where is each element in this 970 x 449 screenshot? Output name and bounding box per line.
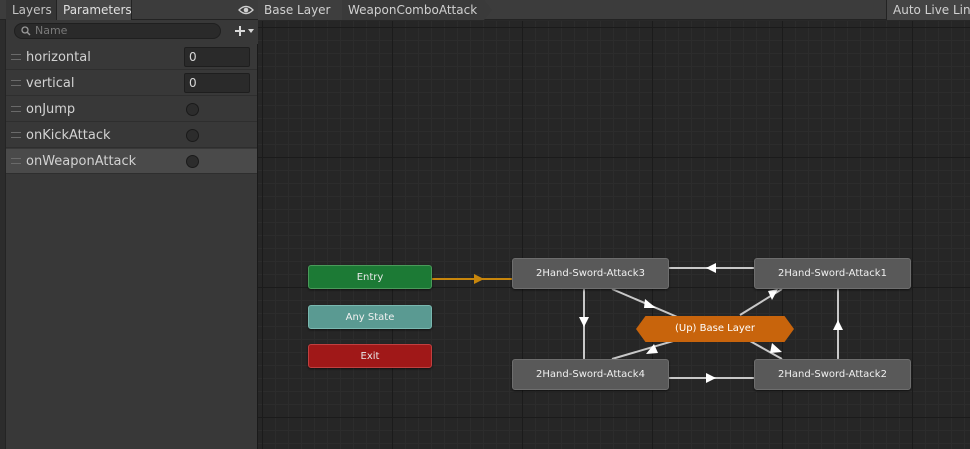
any-state-node[interactable]: Any State (308, 305, 432, 329)
arrow-head-icon (706, 373, 716, 383)
search-placeholder: Name (35, 24, 68, 37)
parameter-name: onJump (26, 102, 76, 117)
add-parameter-button[interactable] (229, 23, 257, 39)
arrow-head-icon (833, 320, 843, 330)
parameters-panel: Layers Parameters Name horizontal 0 vert… (0, 0, 258, 449)
search-input[interactable]: Name (14, 23, 221, 39)
arrow-head-icon (474, 274, 484, 284)
parameter-name: vertical (26, 76, 75, 91)
breadcrumb-separator (484, 0, 492, 20)
arrow-head-icon (706, 263, 716, 273)
parameter-name: horizontal (26, 50, 91, 65)
search-row: Name (6, 20, 258, 44)
trigger-toggle[interactable] (186, 103, 199, 116)
drag-handle-icon[interactable] (11, 132, 21, 138)
state-node-attack2[interactable]: 2Hand-Sword-Attack2 (754, 359, 911, 390)
parameter-row-vertical[interactable]: vertical 0 (6, 71, 257, 96)
breadcrumb-base-layer[interactable]: Base Layer (258, 0, 342, 20)
parameter-name: onWeaponAttack (26, 154, 137, 169)
breadcrumb: Base Layer WeaponComboAttack Auto Live L… (258, 0, 970, 20)
exit-node[interactable]: Exit (308, 344, 432, 368)
trigger-toggle[interactable] (186, 155, 199, 168)
parameter-row-onweaponattack[interactable]: onWeaponAttack (6, 149, 257, 174)
float-value-field[interactable]: 0 (184, 73, 250, 93)
eye-icon[interactable] (238, 3, 254, 17)
drag-handle-icon[interactable] (11, 80, 21, 86)
drag-handle-icon[interactable] (11, 158, 21, 164)
arrow-head-icon (579, 317, 589, 327)
state-machine-graph[interactable]: Entry Any State Exit 2Hand-Sword-Attack3… (258, 21, 970, 449)
parameter-row-horizontal[interactable]: horizontal 0 (6, 45, 257, 70)
entry-node[interactable]: Entry (308, 265, 432, 289)
auto-live-link-button[interactable]: Auto Live Link (886, 0, 970, 20)
arrow-head-icon (768, 289, 778, 300)
parameter-row-onjump[interactable]: onJump (6, 97, 257, 122)
plus-icon (235, 26, 254, 36)
arrow-head-icon (770, 343, 782, 353)
transition-arrow[interactable] (611, 338, 681, 360)
tab-parameters[interactable]: Parameters (57, 0, 132, 20)
state-node-attack4[interactable]: 2Hand-Sword-Attack4 (512, 359, 669, 390)
trigger-toggle[interactable] (186, 129, 199, 142)
up-base-layer-node[interactable]: (Up) Base Layer (636, 316, 794, 342)
search-icon (21, 26, 31, 36)
breadcrumb-weapon-combo-attack[interactable]: WeaponComboAttack (342, 0, 484, 20)
parameter-row-onkickattack[interactable]: onKickAttack (6, 123, 257, 148)
drag-handle-icon[interactable] (11, 54, 21, 60)
state-node-attack1[interactable]: 2Hand-Sword-Attack1 (754, 258, 911, 289)
state-node-attack3[interactable]: 2Hand-Sword-Attack3 (512, 258, 669, 289)
float-value-field[interactable]: 0 (184, 47, 250, 67)
animator-window: Layers Parameters Name horizontal 0 vert… (0, 0, 970, 449)
drag-handle-icon[interactable] (11, 106, 21, 112)
tab-layers[interactable]: Layers (6, 0, 57, 20)
parameter-name: onKickAttack (26, 128, 111, 143)
panel-tabs: Layers Parameters (0, 0, 258, 20)
arrow-head-icon (644, 299, 656, 308)
